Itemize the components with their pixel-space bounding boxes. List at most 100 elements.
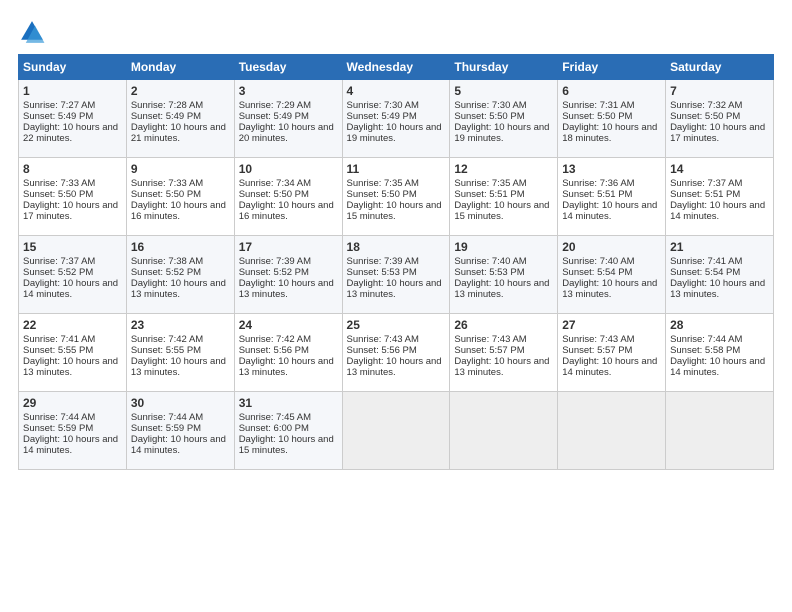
sunset: Sunset: 5:51 PM xyxy=(670,189,740,200)
daylight: Daylight: 10 hours and 19 minutes. xyxy=(347,122,442,144)
daylight: Daylight: 10 hours and 18 minutes. xyxy=(562,122,657,144)
calendar-cell: 19Sunrise: 7:40 AMSunset: 5:53 PMDayligh… xyxy=(450,236,558,314)
day-number: 6 xyxy=(562,84,661,98)
day-number: 5 xyxy=(454,84,553,98)
sunrise: Sunrise: 7:41 AM xyxy=(23,334,95,345)
daylight: Daylight: 10 hours and 13 minutes. xyxy=(23,356,118,378)
sunset: Sunset: 5:49 PM xyxy=(239,111,309,122)
day-number: 3 xyxy=(239,84,338,98)
sunrise: Sunrise: 7:44 AM xyxy=(131,412,203,423)
sunset: Sunset: 5:56 PM xyxy=(239,345,309,356)
sunrise: Sunrise: 7:34 AM xyxy=(239,178,311,189)
day-number: 14 xyxy=(670,162,769,176)
daylight: Daylight: 10 hours and 13 minutes. xyxy=(239,278,334,300)
day-number: 9 xyxy=(131,162,230,176)
daylight: Daylight: 10 hours and 13 minutes. xyxy=(239,356,334,378)
sunset: Sunset: 5:49 PM xyxy=(131,111,201,122)
sunrise: Sunrise: 7:35 AM xyxy=(454,178,526,189)
daylight: Daylight: 10 hours and 16 minutes. xyxy=(239,200,334,222)
daylight: Daylight: 10 hours and 13 minutes. xyxy=(670,278,765,300)
calendar-cell: 2Sunrise: 7:28 AMSunset: 5:49 PMDaylight… xyxy=(126,80,234,158)
calendar-cell: 1Sunrise: 7:27 AMSunset: 5:49 PMDaylight… xyxy=(19,80,127,158)
sunset: Sunset: 5:49 PM xyxy=(347,111,417,122)
calendar-cell: 31Sunrise: 7:45 AMSunset: 6:00 PMDayligh… xyxy=(234,392,342,470)
day-number: 16 xyxy=(131,240,230,254)
calendar-cell: 15Sunrise: 7:37 AMSunset: 5:52 PMDayligh… xyxy=(19,236,127,314)
sunset: Sunset: 5:50 PM xyxy=(454,111,524,122)
logo-icon xyxy=(18,18,46,46)
daylight: Daylight: 10 hours and 14 minutes. xyxy=(562,200,657,222)
sunrise: Sunrise: 7:42 AM xyxy=(131,334,203,345)
sunrise: Sunrise: 7:36 AM xyxy=(562,178,634,189)
day-number: 21 xyxy=(670,240,769,254)
calendar-body: 1Sunrise: 7:27 AMSunset: 5:49 PMDaylight… xyxy=(19,80,774,470)
sunrise: Sunrise: 7:44 AM xyxy=(670,334,742,345)
calendar-cell: 30Sunrise: 7:44 AMSunset: 5:59 PMDayligh… xyxy=(126,392,234,470)
sunset: Sunset: 5:56 PM xyxy=(347,345,417,356)
calendar-cell xyxy=(558,392,666,470)
day-header-thursday: Thursday xyxy=(450,55,558,80)
sunset: Sunset: 5:50 PM xyxy=(562,111,632,122)
week-row-3: 15Sunrise: 7:37 AMSunset: 5:52 PMDayligh… xyxy=(19,236,774,314)
sunset: Sunset: 5:53 PM xyxy=(347,267,417,278)
day-number: 17 xyxy=(239,240,338,254)
day-number: 11 xyxy=(347,162,446,176)
calendar-cell: 29Sunrise: 7:44 AMSunset: 5:59 PMDayligh… xyxy=(19,392,127,470)
day-header-tuesday: Tuesday xyxy=(234,55,342,80)
calendar-cell: 14Sunrise: 7:37 AMSunset: 5:51 PMDayligh… xyxy=(666,158,774,236)
day-number: 28 xyxy=(670,318,769,332)
calendar-cell: 28Sunrise: 7:44 AMSunset: 5:58 PMDayligh… xyxy=(666,314,774,392)
calendar-cell: 25Sunrise: 7:43 AMSunset: 5:56 PMDayligh… xyxy=(342,314,450,392)
sunrise: Sunrise: 7:43 AM xyxy=(454,334,526,345)
daylight: Daylight: 10 hours and 17 minutes. xyxy=(23,200,118,222)
day-number: 4 xyxy=(347,84,446,98)
calendar-cell: 4 Sunrise: 7:30 AMSunset: 5:49 PMDaylight… xyxy=(342,80,450,158)
sunset: Sunset: 5:52 PM xyxy=(239,267,309,278)
calendar-cell xyxy=(666,392,774,470)
calendar-cell: 9Sunrise: 7:33 AMSunset: 5:50 PMDaylight… xyxy=(126,158,234,236)
day-number: 23 xyxy=(131,318,230,332)
calendar-cell: 23 Sunrise: 7:42 AMSunset: 5:55 PMDayligh… xyxy=(126,314,234,392)
sunrise: Sunrise: 7:30 AM xyxy=(347,100,419,111)
sunset: Sunset: 5:58 PM xyxy=(670,345,740,356)
day-header-monday: Monday xyxy=(126,55,234,80)
daylight: Daylight: 10 hours and 14 minutes. xyxy=(23,278,118,300)
day-number: 15 xyxy=(23,240,122,254)
day-number: 24 xyxy=(239,318,338,332)
sunrise: Sunrise: 7:33 AM xyxy=(23,178,95,189)
sunset: Sunset: 5:52 PM xyxy=(131,267,201,278)
sunrise: Sunrise: 7:29 AM xyxy=(239,100,311,111)
daylight: Daylight: 10 hours and 20 minutes. xyxy=(239,122,334,144)
sunset: Sunset: 5:51 PM xyxy=(562,189,632,200)
day-number: 13 xyxy=(562,162,661,176)
daylight: Daylight: 10 hours and 13 minutes. xyxy=(347,356,442,378)
sunset: Sunset: 5:54 PM xyxy=(562,267,632,278)
calendar-cell: 26Sunrise: 7:43 AMSunset: 5:57 PMDayligh… xyxy=(450,314,558,392)
calendar-cell: 22Sunrise: 7:41 AMSunset: 5:55 PMDayligh… xyxy=(19,314,127,392)
sunset: Sunset: 5:50 PM xyxy=(670,111,740,122)
week-row-2: 8Sunrise: 7:33 AMSunset: 5:50 PMDaylight… xyxy=(19,158,774,236)
sunset: Sunset: 5:51 PM xyxy=(454,189,524,200)
calendar-cell: 6Sunrise: 7:31 AMSunset: 5:50 PMDaylight… xyxy=(558,80,666,158)
calendar-cell: 5Sunrise: 7:30 AMSunset: 5:50 PMDaylight… xyxy=(450,80,558,158)
day-number: 26 xyxy=(454,318,553,332)
calendar-cell: 16Sunrise: 7:38 AMSunset: 5:52 PMDayligh… xyxy=(126,236,234,314)
day-header-sunday: Sunday xyxy=(19,55,127,80)
calendar-cell xyxy=(450,392,558,470)
sunset: Sunset: 5:50 PM xyxy=(131,189,201,200)
day-number: 20 xyxy=(562,240,661,254)
sunset: Sunset: 5:55 PM xyxy=(131,345,201,356)
sunset: Sunset: 5:59 PM xyxy=(23,423,93,434)
daylight: Daylight: 10 hours and 15 minutes. xyxy=(347,200,442,222)
sunset: Sunset: 5:49 PM xyxy=(23,111,93,122)
daylight: Daylight: 10 hours and 13 minutes. xyxy=(131,356,226,378)
calendar-cell: 21Sunrise: 7:41 AMSunset: 5:54 PMDayligh… xyxy=(666,236,774,314)
sunrise: Sunrise: 7:28 AM xyxy=(131,100,203,111)
day-number: 19 xyxy=(454,240,553,254)
sunrise: Sunrise: 7:42 AM xyxy=(239,334,311,345)
sunrise: Sunrise: 7:41 AM xyxy=(670,256,742,267)
daylight: Daylight: 10 hours and 21 minutes. xyxy=(131,122,226,144)
day-number: 18 xyxy=(347,240,446,254)
day-number: 22 xyxy=(23,318,122,332)
day-number: 7 xyxy=(670,84,769,98)
